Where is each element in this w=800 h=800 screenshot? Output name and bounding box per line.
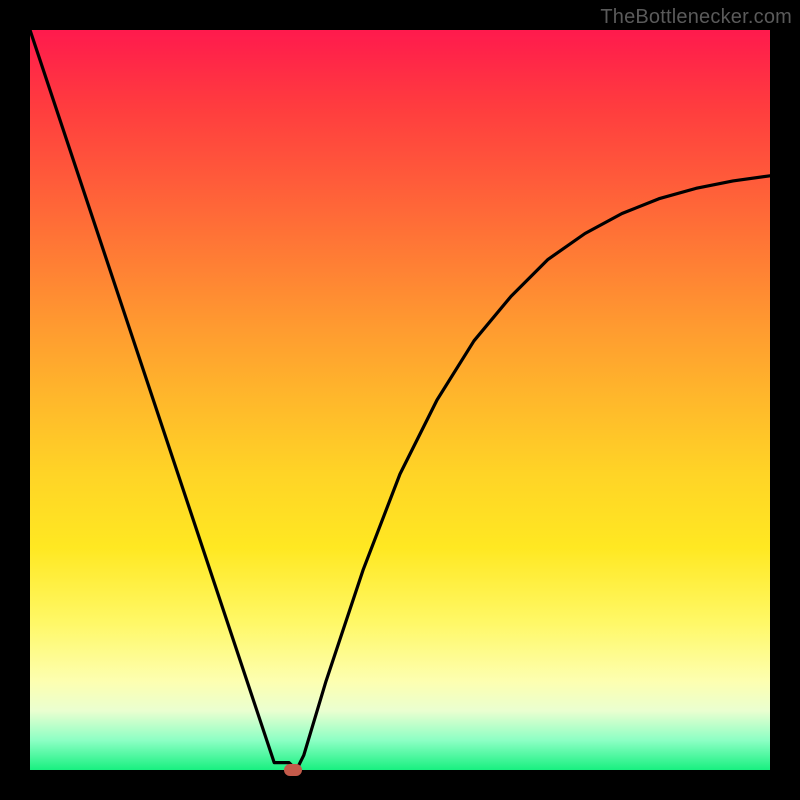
plot-area <box>30 30 770 770</box>
bottleneck-curve <box>30 30 770 770</box>
watermark-text: TheBottlenecker.com <box>600 6 792 29</box>
minimum-marker <box>284 764 302 776</box>
chart-frame: TheBottlenecker.com <box>0 0 800 800</box>
